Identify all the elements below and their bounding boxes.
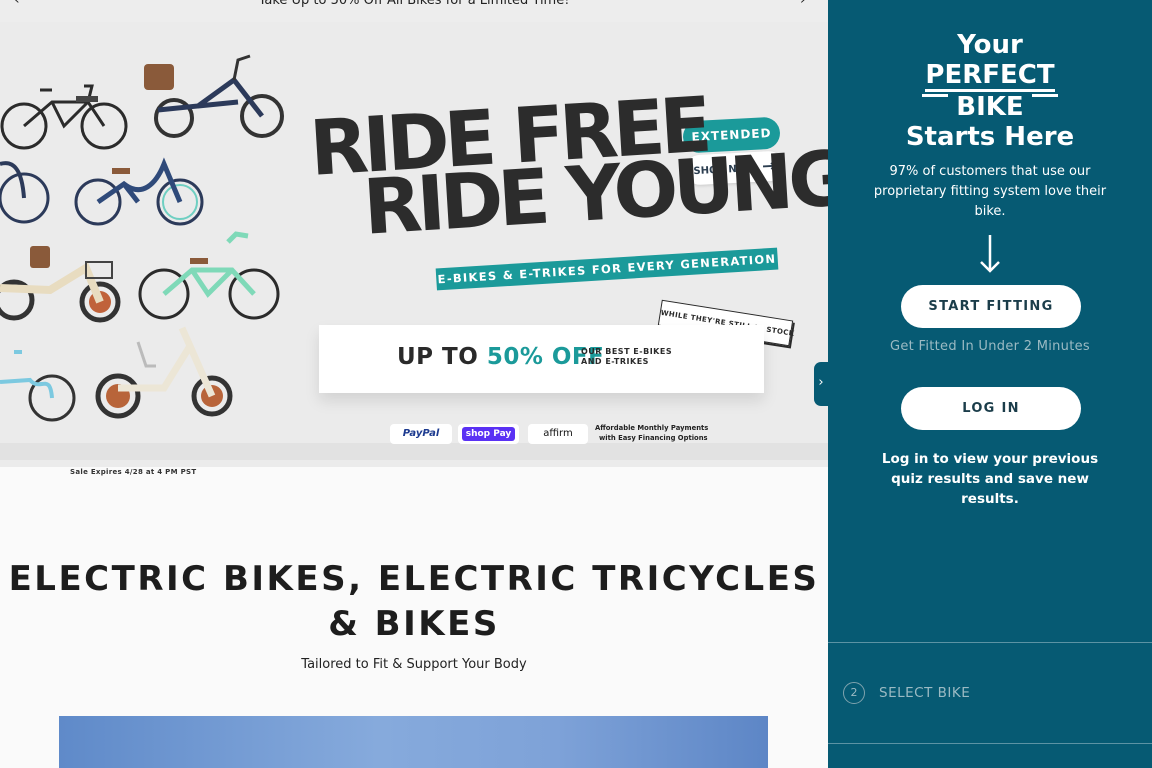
step-divider-bottom xyxy=(828,743,1152,744)
step-select-bike[interactable]: 2 SELECT BIKE xyxy=(843,682,970,704)
offer-prefix: UP TO xyxy=(397,344,479,370)
main-content: ‹ Take Up to 50% Off All Bikes for a Lim… xyxy=(0,0,828,768)
bike-image-cruiser-mint xyxy=(136,228,282,320)
step-divider-top xyxy=(828,642,1152,643)
start-fitting-button[interactable]: START FITTING xyxy=(901,285,1081,328)
financing-line2: with Easy Financing Options xyxy=(599,434,708,442)
panel-title-line1: Your xyxy=(957,30,1023,60)
offer-detail-line2: AND E-TRIKES xyxy=(581,357,649,366)
offer-detail-line1: OUR BEST E-BIKES xyxy=(581,347,673,356)
step-number-badge: 2 xyxy=(843,682,865,704)
bike-image-trike-white xyxy=(94,322,234,422)
panel-toggle-button[interactable]: › xyxy=(814,362,828,406)
hero-banner[interactable]: EXTENDED SHOP NOW → RIDE FREE RIDE YOUNG … xyxy=(0,22,828,476)
panel-title: Your PERFECT BIKE Starts Here xyxy=(828,30,1152,152)
fitted-note: Get Fitted In Under 2 Minutes xyxy=(890,339,1090,354)
offer-detail: OUR BEST E-BIKES AND E-TRIKES xyxy=(581,347,672,367)
login-button[interactable]: LOG IN xyxy=(901,387,1081,430)
step-label: SELECT BIKE xyxy=(879,685,971,701)
announcement-bar: ‹ Take Up to 50% Off All Bikes for a Lim… xyxy=(0,0,828,22)
shop-pay-logo: shop Pay xyxy=(458,424,519,444)
financing-line1: Affordable Monthly Payments xyxy=(595,424,709,432)
arrow-down-icon xyxy=(980,235,1000,273)
section-subtitle: Tailored to Fit & Support Your Body xyxy=(301,657,527,672)
login-note: Log in to view your previous quiz result… xyxy=(881,451,1099,507)
panel-title-line4: Starts Here xyxy=(905,122,1075,152)
bike-image-trike-navy xyxy=(138,50,288,142)
bike-image-trike-cream xyxy=(0,228,128,324)
shop-pay-label: shop Pay xyxy=(461,427,516,441)
bike-image-stepthrough-navy xyxy=(0,140,60,224)
sale-expires-text: Sale Expires 4/28 at 4 PM PST xyxy=(70,468,197,476)
hero-tagline: E-BIKES & E-TRIKES FOR EVERY GENERATION xyxy=(435,247,779,291)
hero-headline: RIDE FREE RIDE YOUNG xyxy=(307,80,828,252)
announcement-text: Take Up to 50% Off All Bikes for a Limit… xyxy=(258,0,570,8)
panel-title-line2: PERFECT xyxy=(925,60,1055,92)
chevron-right-icon[interactable]: › xyxy=(800,0,806,8)
app-root: ‹ Take Up to 50% Off All Bikes for a Lim… xyxy=(0,0,1152,768)
bike-image-stepthrough-lightblue xyxy=(0,332,80,424)
hero-headline-line2: RIDE YOUNG xyxy=(360,133,828,252)
paypal-logo: PayPal xyxy=(390,424,452,444)
financing-text: Affordable Monthly Payments with Easy Fi… xyxy=(595,423,708,443)
affirm-logo: affirm xyxy=(528,424,588,444)
section-title: ELECTRIC BIKES, ELECTRIC TRICYCLES & BIK… xyxy=(8,559,820,644)
bike-fitting-panel: Your PERFECT BIKE Starts Here 97% of cus… xyxy=(828,0,1152,768)
category-image[interactable] xyxy=(59,716,768,768)
panel-title-line3: BIKE xyxy=(922,92,1059,122)
offer-headline: UP TO 50% OFF xyxy=(397,344,604,370)
panel-intro: 97% of customers that use our proprietar… xyxy=(873,164,1107,219)
hero-footer-strip xyxy=(0,443,828,460)
offer-card: UP TO 50% OFF OUR BEST E-BIKES AND E-TRI… xyxy=(319,325,764,393)
bike-image-cruiser-blue xyxy=(72,140,208,230)
